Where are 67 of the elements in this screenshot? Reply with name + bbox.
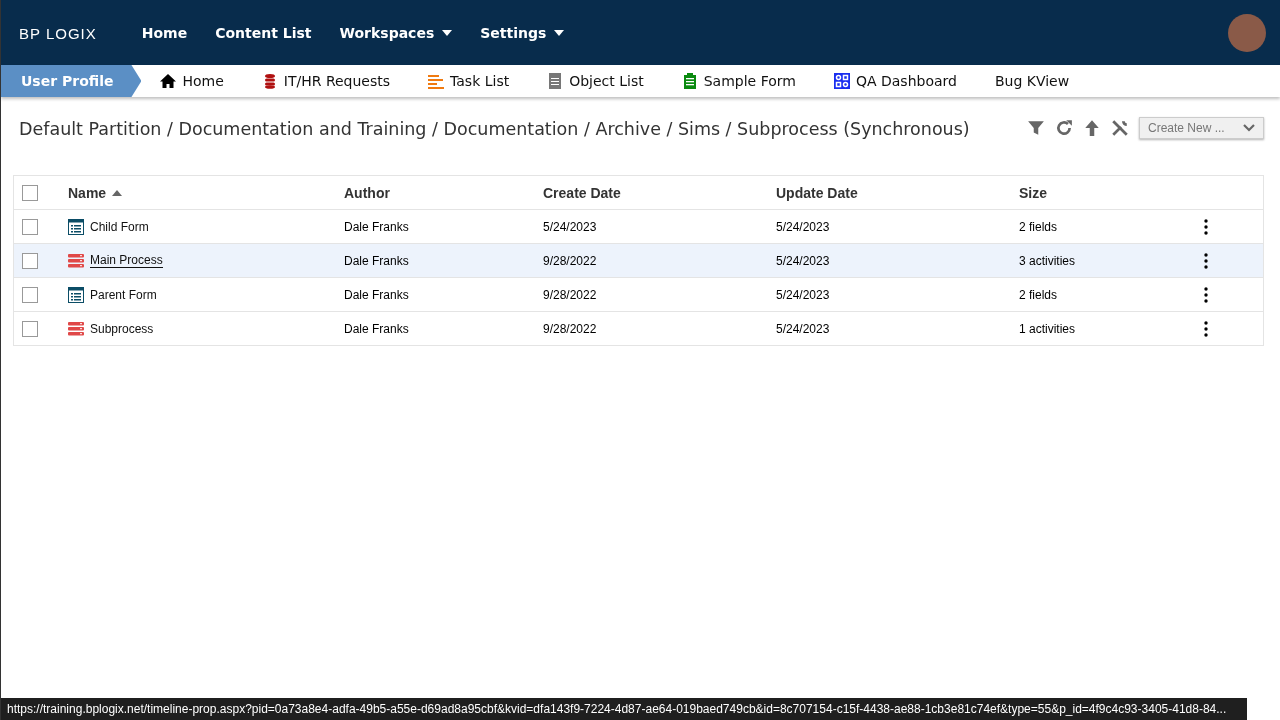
create-new-dropdown[interactable]: Create New ... [1139,117,1264,139]
table-cell: Dale Franks [344,287,409,302]
item-link[interactable]: Main Process [90,253,163,268]
column-header[interactable]: Name [68,184,123,201]
status-bar-url: https://training.bplogix.net/timeline-prop.aspx?pid=0a73a8e4-adfa-49b5-a55e-d69ad8a95cbf&kvid=dfa143f9-7224-4d87-ae64-019baed749cb&id=8c707154-c15f-4438-ae88-1cb3e81c74ef&type=55&p_id=4f9c4c93-3405-41d8-84... [1,698,1247,720]
item-link[interactable]: Subprocess [90,321,154,336]
home-icon [160,73,177,89]
more-options-icon[interactable] [1204,320,1208,337]
row-checkbox[interactable] [22,252,38,269]
logo: BP LOGIX [19,23,97,42]
table-cell: Dale Franks [344,321,409,336]
table-cell: Dale Franks [344,219,409,234]
filter-icon[interactable] [1027,119,1045,137]
row-checkbox[interactable] [22,286,38,303]
table-cell: 2 fields [1019,219,1058,234]
breadcrumb: Default Partition / Documentation and Training / Documentation / Archive / Sims / Subprocess (Synchronous) [19,119,971,139]
table-cell: 9/28/2022 [543,253,597,268]
item-link[interactable]: Child Form [90,219,149,234]
avatar[interactable] [1228,13,1266,52]
column-header[interactable]: Author [344,184,390,201]
dashboard-icon [833,73,850,89]
tab[interactable]: QA Dashboard [814,65,976,97]
tab[interactable]: IT/HR Requests [242,65,410,97]
more-options-icon[interactable] [1204,286,1208,303]
menu-item[interactable]: Workspaces [328,24,464,41]
table-cell: 5/24/2023 [776,287,830,302]
up-arrow-icon[interactable] [1083,119,1101,137]
table-cell: 9/28/2022 [543,321,597,336]
more-options-icon[interactable] [1204,218,1208,235]
document-icon [547,73,564,89]
clipboard-icon [681,73,698,89]
column-header[interactable]: Create Date [543,184,621,201]
tab[interactable]: Bug KView [975,65,1089,97]
table-cell: 5/24/2023 [543,219,597,234]
chevron-down-icon [1243,124,1255,132]
table-cell: 2 fields [1019,287,1058,302]
form-icon [68,286,84,303]
table-cell: 5/24/2023 [776,253,830,268]
form-icon [68,218,84,235]
tab[interactable]: Sample Form [662,65,815,97]
table-cell: 1 activities [1019,321,1076,336]
item-link[interactable]: Parent Form [90,287,157,302]
process-icon [68,320,84,337]
caret-icon [442,29,453,36]
sort-ascending-icon [112,189,123,196]
more-options-icon[interactable] [1204,252,1208,269]
table-cell: 9/28/2022 [543,287,597,302]
column-header[interactable]: Size [1019,184,1047,201]
tools-icon[interactable] [1111,119,1129,137]
tab[interactable]: Object List [528,65,663,97]
tab[interactable]: Task List [409,65,529,97]
select-all-checkbox[interactable] [22,184,38,201]
column-header[interactable]: Update Date [776,184,858,201]
refresh-icon[interactable] [1055,119,1073,137]
caret-icon [554,29,565,36]
menu-item[interactable]: Content List [204,24,323,41]
row-checkbox[interactable] [22,320,38,337]
menu-item[interactable]: Home [130,24,199,41]
menu-item[interactable]: Settings [469,24,576,41]
list-icon [428,73,445,89]
process-icon [68,252,84,269]
row-checkbox[interactable] [22,218,38,235]
table-cell: Dale Franks [344,253,409,268]
table-cell: 5/24/2023 [776,219,830,234]
table-cell: 5/24/2023 [776,321,830,336]
tab[interactable]: Home [141,65,243,97]
table-cell: 3 activities [1019,253,1076,268]
